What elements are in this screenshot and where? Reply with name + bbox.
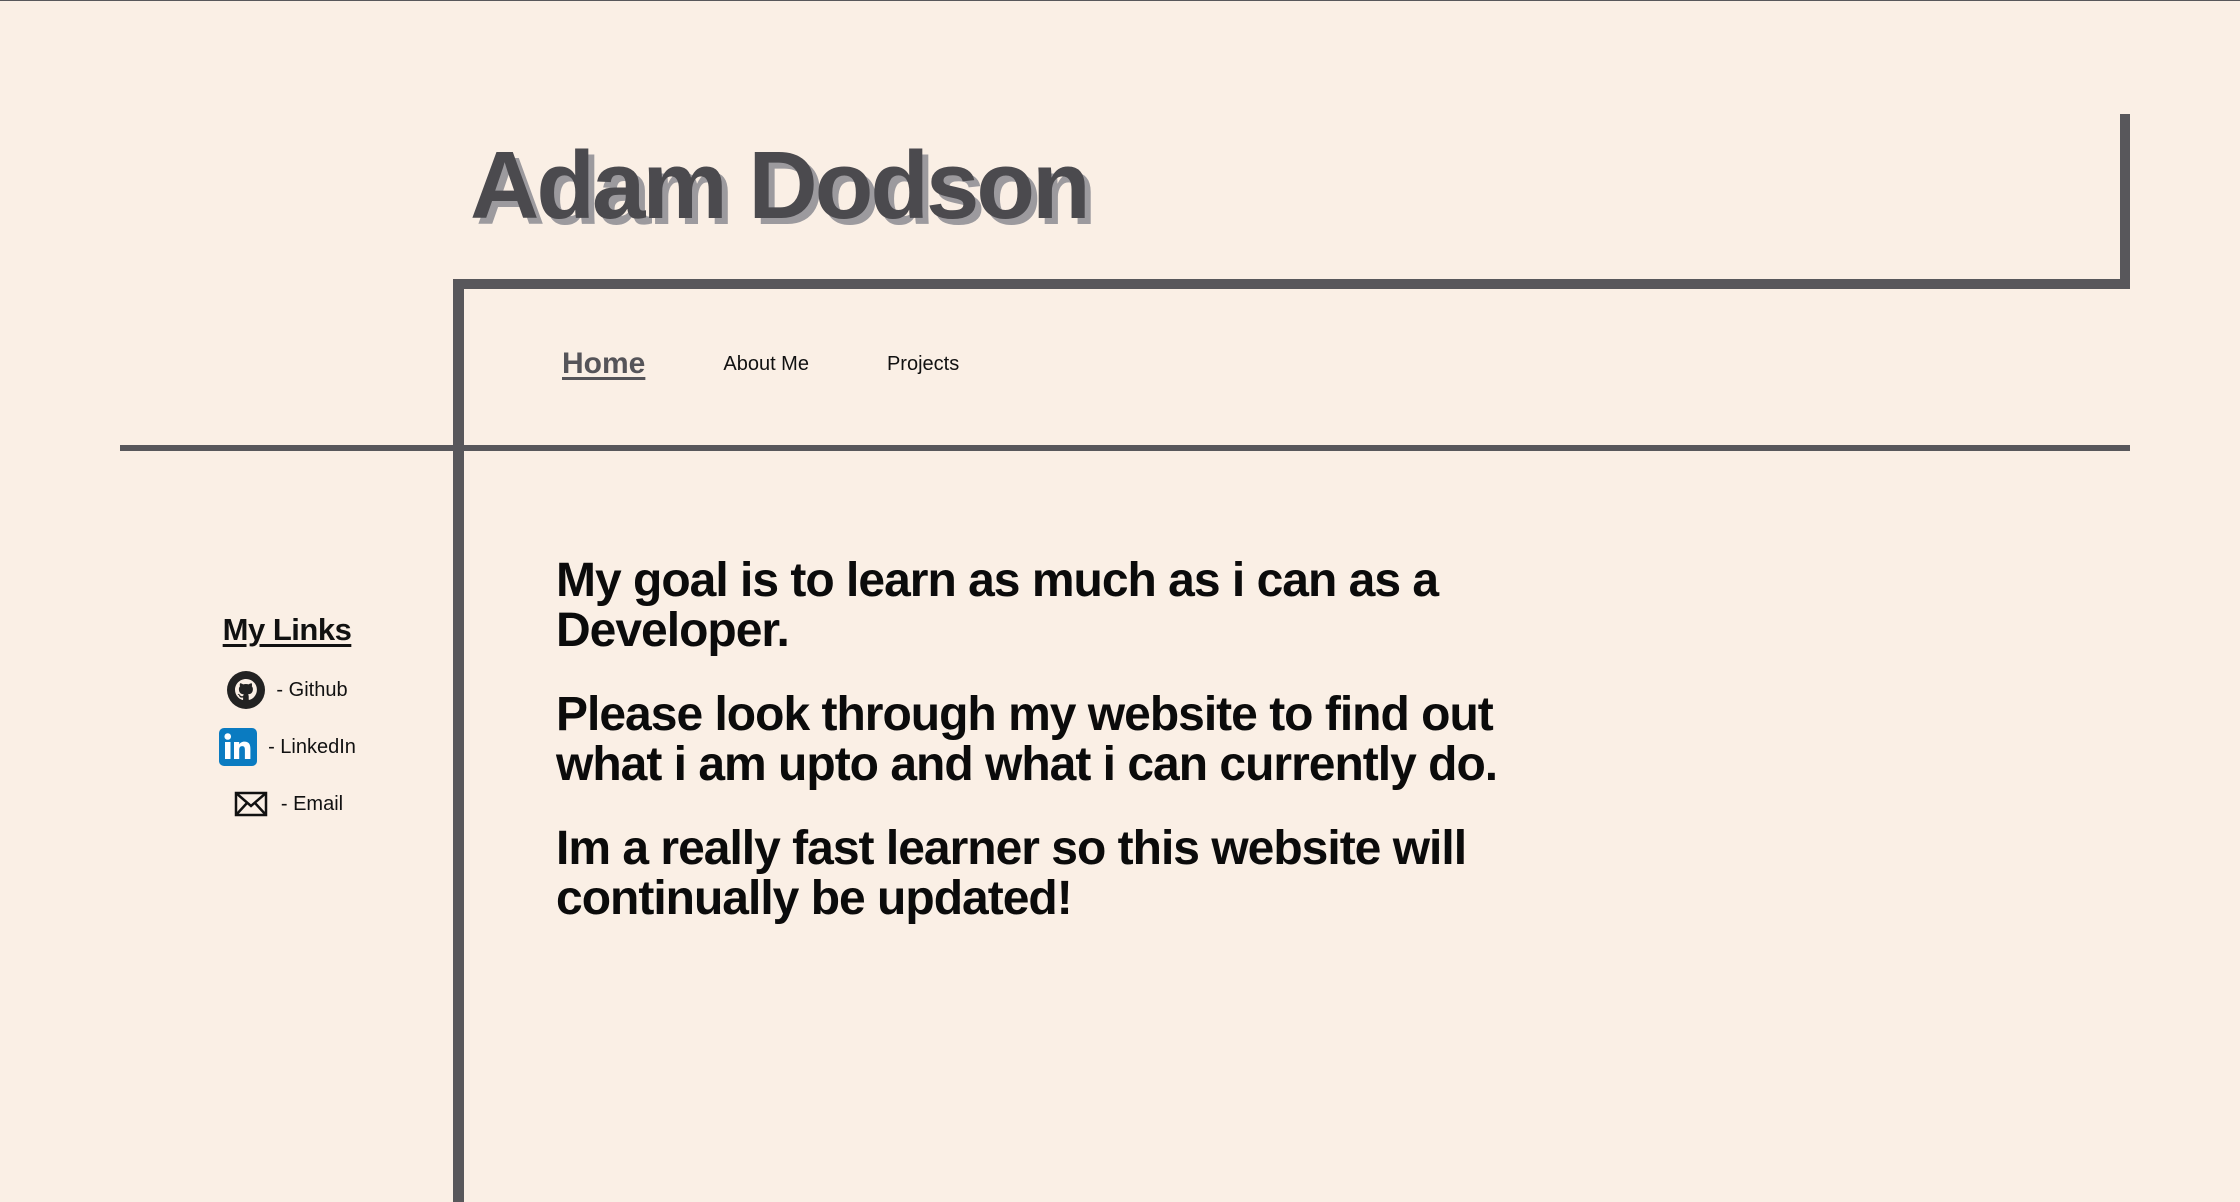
nav-link-home[interactable]: Home [562, 347, 645, 381]
header-right-border [2120, 114, 2130, 289]
header-divider [454, 279, 2130, 289]
top-border [0, 0, 2240, 1]
nav-divider [120, 445, 2130, 451]
github-link-label: - Github [276, 678, 348, 701]
my-links-panel: My Links - Github - LinkedIn - Email [120, 612, 454, 841]
main-nav: Home About Me Projects [562, 344, 959, 384]
email-link[interactable]: - Email [120, 784, 454, 824]
nav-link-about-me[interactable]: About Me [723, 353, 809, 376]
nav-link-projects[interactable]: Projects [887, 353, 959, 376]
github-icon[interactable] [226, 670, 266, 710]
site-title: Adam Dodson [470, 132, 1091, 239]
sidebar-divider [453, 279, 464, 1202]
email-link-label: - Email [280, 792, 344, 815]
intro-paragraph-goal: My goal is to learn as much as i can as … [556, 554, 1439, 657]
intro-paragraph-website: Please look through my website to find o… [556, 688, 1498, 791]
intro-paragraph-learner: Im a really fast learner so this website… [556, 822, 1467, 925]
linkedin-link-label: - LinkedIn [268, 735, 356, 758]
email-icon[interactable] [231, 784, 271, 824]
linkedin-link[interactable]: - LinkedIn [120, 727, 454, 767]
linkedin-icon[interactable] [218, 727, 258, 767]
intro-content: My goal is to learn as much as i can as … [556, 556, 1556, 958]
github-link[interactable]: - Github [120, 670, 454, 710]
my-links-heading: My Links [222, 612, 352, 647]
